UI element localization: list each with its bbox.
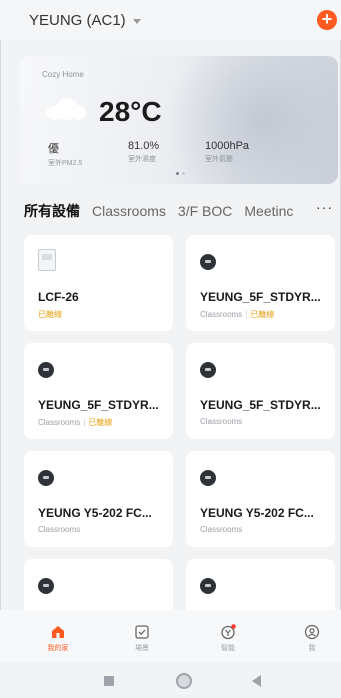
system-nav-bar (0, 662, 341, 698)
nav-smart[interactable]: 智能 (208, 624, 248, 653)
page-indicator (176, 172, 185, 175)
weather-background (158, 56, 338, 184)
smart-icon (220, 624, 236, 640)
device-status: Classrooms (200, 525, 242, 534)
fan-coil-icon (200, 578, 216, 594)
tab-3f-boc[interactable]: 3/F BOC (178, 203, 232, 219)
stat-value: 優 (48, 143, 59, 155)
offline-badge: 已離線 (88, 418, 113, 427)
add-device-button[interactable]: + (317, 10, 337, 30)
device-status: 已離線 (38, 309, 62, 320)
device-name: YEUNG_5F_STDYR... (200, 398, 321, 412)
device-status: Classrooms (38, 525, 80, 534)
device-name: YEUNG_5F_STDYR... (38, 398, 159, 412)
weather-card[interactable]: Cozy Home 28°C 優 室外PM2.5 81.0% 室外濕度 1000… (20, 56, 338, 184)
home-selector[interactable]: YEUNG (AC1) (29, 12, 141, 29)
device-name: YEUNG Y5-202 FC... (38, 506, 152, 520)
back-button[interactable] (252, 675, 261, 687)
device-status: Classrooms | 已離線 (38, 418, 113, 427)
nav-label: 場景 (135, 645, 149, 652)
device-name: LCF-26 (38, 290, 79, 304)
recents-button[interactable] (104, 676, 114, 686)
fan-coil-icon (38, 578, 54, 594)
weather-title: Cozy Home (42, 70, 84, 79)
device-room: Classrooms (38, 525, 81, 534)
nav-label: 我 (308, 645, 316, 652)
stat-value: 81.0% (128, 140, 160, 152)
offline-badge: 已離線 (38, 310, 62, 319)
stat-value: 1000hPa (205, 140, 250, 152)
nav-home[interactable]: 我的家 (38, 624, 78, 653)
device-card[interactable]: YEUNG Y5-202 FC... Classrooms (186, 451, 335, 547)
stat-humidity: 81.0% 室外濕度 (128, 140, 159, 164)
device-room: Classrooms (200, 525, 243, 534)
device-card[interactable]: LCF-26 已離線 (24, 235, 173, 331)
stat-pressure: 1000hPa 室外氣壓 (205, 140, 249, 164)
fan-coil-icon (200, 362, 216, 378)
fan-coil-icon (38, 362, 54, 378)
thermostat-panel-icon (38, 249, 56, 271)
fan-coil-icon (38, 470, 54, 486)
device-room: Classrooms (38, 418, 81, 427)
temperature: 28°C (99, 96, 162, 127)
fan-coil-icon (200, 470, 216, 486)
chevron-down-icon (132, 19, 141, 24)
fan-coil-icon (200, 254, 216, 270)
nav-profile[interactable]: 我 (292, 624, 332, 653)
tab-meeting[interactable]: Meetinc (244, 203, 293, 219)
nav-label: 智能 (221, 645, 235, 652)
stat-label: 室外氣壓 (205, 156, 233, 163)
nav-label: 我的家 (47, 645, 69, 652)
home-icon (50, 624, 66, 640)
room-tabs: 所有設備 Classrooms 3/F BOC Meetinc (24, 200, 341, 222)
device-card[interactable]: YEUNG_5F_STDYR... Classrooms | 已離線 (186, 235, 335, 331)
scene-icon (134, 624, 150, 640)
stat-label: 室外PM2.5 (48, 160, 83, 167)
offline-badge: 已離線 (250, 310, 275, 319)
device-status: Classrooms (200, 417, 242, 426)
tab-classrooms[interactable]: Classrooms (92, 203, 166, 219)
tab-all-devices[interactable]: 所有設備 (24, 201, 80, 221)
more-tabs-button[interactable]: ··· (316, 199, 333, 215)
home-system-button[interactable] (176, 673, 192, 689)
device-card[interactable]: YEUNG_5F_STDYR... Classrooms (186, 343, 335, 439)
device-name: YEUNG Y5-202 FC... (200, 506, 314, 520)
device-name: YEUNG_5F_STDYR... (200, 290, 321, 304)
device-card[interactable]: YEUNG_5F_STDYR... Classrooms | 已離線 (24, 343, 173, 439)
stat-label: 室外濕度 (128, 156, 156, 163)
home-name: YEUNG (AC1) (29, 12, 126, 29)
profile-icon (304, 624, 320, 640)
top-bar: YEUNG (AC1) + (0, 0, 341, 40)
nav-scene[interactable]: 場景 (122, 624, 162, 653)
bottom-nav: 我的家 場景 智能 我 (0, 610, 341, 662)
device-room: Classrooms (200, 417, 243, 426)
stat-pm25: 優 室外PM2.5 (48, 140, 82, 168)
device-card[interactable]: YEUNG Y5-202 FC... Classrooms (24, 451, 173, 547)
cloud-icon (46, 98, 86, 120)
device-room: Classrooms (200, 310, 243, 319)
device-status: Classrooms | 已離線 (200, 310, 275, 319)
